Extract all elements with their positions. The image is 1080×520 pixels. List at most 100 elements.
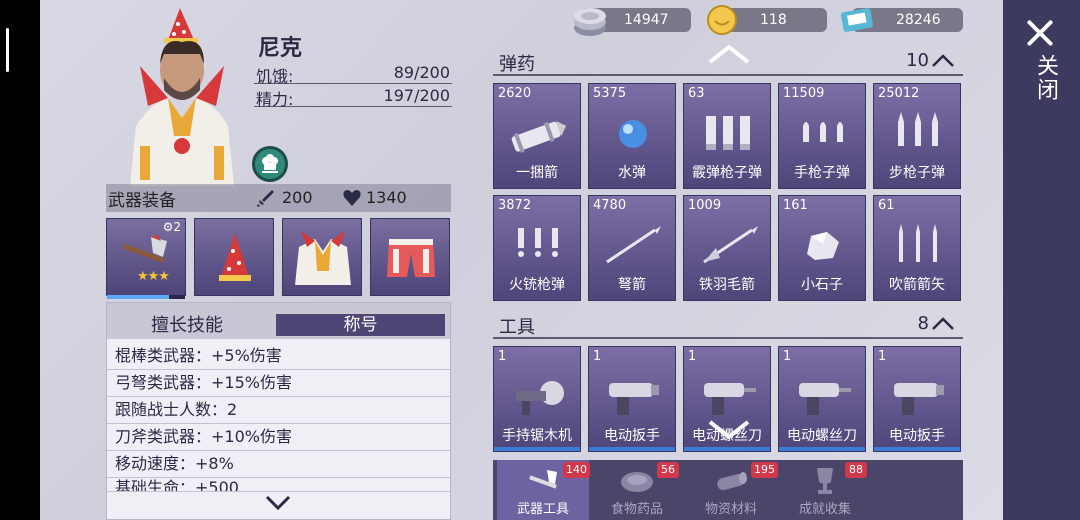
axe-icon <box>529 470 557 489</box>
shorts-icon <box>387 239 435 277</box>
item-count: 1 <box>783 349 792 364</box>
item-slot[interactable]: 1 手持锯木机 <box>493 346 581 452</box>
close-icon[interactable] <box>1025 18 1055 48</box>
meat-icon <box>621 472 653 492</box>
tools-section-header[interactable]: 工具 8 <box>493 313 963 339</box>
equip-slot-hat[interactable] <box>194 218 274 296</box>
left-black-bar <box>0 0 40 520</box>
ticket-value: 28246 <box>896 12 941 28</box>
bag-tab-bar: 武器工具 140 食物药品 56 物资材料 195 成就收集 88 <box>493 460 963 520</box>
ammo-count: 10 <box>906 50 929 71</box>
log-icon <box>717 472 747 491</box>
item-count: 1 <box>498 349 507 364</box>
energy-stat: 精力: 197/200 <box>254 85 452 109</box>
item-count: 61 <box>878 198 895 213</box>
tab-skills[interactable]: 擅长技能 <box>151 311 223 337</box>
item-count: 1009 <box>688 198 722 213</box>
ammo-title: 弹药 <box>499 54 535 75</box>
item-slot[interactable]: 1 电动螺丝刀 <box>778 346 866 452</box>
chevron-down-icon[interactable] <box>265 495 291 511</box>
item-label: 铁羽毛箭 <box>699 277 755 293</box>
ammo-section-header[interactable]: 弹药 10 <box>493 50 963 76</box>
skill-item: 棍棒类武器：+5%伤害 <box>107 343 450 370</box>
attack-value: 200 <box>282 188 313 207</box>
chevron-down-icon[interactable] <box>708 420 750 440</box>
item-slot[interactable]: 5375 水弹 <box>588 83 676 189</box>
durability-bar <box>684 447 770 451</box>
item-count: 1 <box>878 349 887 364</box>
water-ball-icon <box>619 120 647 148</box>
equip-slot-shorts[interactable] <box>370 218 450 296</box>
tab-titles[interactable]: 称号 <box>275 313 446 337</box>
item-slot[interactable]: 1 电动扳手 <box>588 346 676 452</box>
silver-value: 14947 <box>624 12 669 28</box>
item-label: 步枪子弹 <box>889 165 945 181</box>
nav-pill <box>6 28 9 72</box>
equip-slot-weapon[interactable]: ⚙2 ★★★ <box>106 218 186 299</box>
item-slot[interactable]: 63 霰弹枪子弹 <box>683 83 771 189</box>
count-badge: 140 <box>563 462 590 478</box>
skills-panel: 擅长技能 称号 棍棒类武器：+5%伤害 弓弩类武器：+15%伤害 跟随战士人数：… <box>106 302 451 520</box>
arrow-bundle-icon <box>511 120 567 153</box>
count-badge: 56 <box>657 462 679 478</box>
party-hat-icon <box>219 233 251 281</box>
item-slot[interactable]: 1 电动扳手 <box>873 346 961 452</box>
equip-slot-jacket[interactable] <box>282 218 362 296</box>
character-name: 尼克 <box>258 36 303 61</box>
item-slot[interactable]: 4780 弩箭 <box>588 195 676 301</box>
item-label: 电动扳手 <box>889 428 945 444</box>
item-label: 弩箭 <box>618 277 646 293</box>
collapse-chevron-icon[interactable] <box>931 317 955 331</box>
skill-item: 弓弩类武器：+15%伤害 <box>107 370 450 397</box>
item-count: 63 <box>688 86 705 101</box>
gold-value: 118 <box>760 12 787 28</box>
item-count: 161 <box>783 198 808 213</box>
chef-badge-icon[interactable] <box>252 146 288 182</box>
upgrade-count: ⚙2 <box>162 220 181 234</box>
ticket-icon <box>840 8 874 32</box>
item-count: 1 <box>688 349 697 364</box>
item-count: 11509 <box>783 86 825 101</box>
power-wrench-icon <box>609 383 659 415</box>
item-slot[interactable]: 11509 手枪子弹 <box>778 83 866 189</box>
item-label: 吹箭箭矢 <box>889 277 945 293</box>
tab-achievements[interactable]: 成就收集 88 <box>779 460 871 520</box>
item-label: 手持锯木机 <box>502 428 572 444</box>
close-panel[interactable]: 关闭 <box>1003 0 1080 520</box>
item-label: 霰弹枪子弹 <box>692 165 762 181</box>
tab-weapons-tools[interactable]: 武器工具 140 <box>497 460 590 520</box>
item-label: 一捆箭 <box>516 165 558 181</box>
item-label: 电动螺丝刀 <box>787 428 857 444</box>
power-wrench-icon <box>894 383 944 415</box>
item-slot[interactable]: 161 小石子 <box>778 195 866 301</box>
durability-bar <box>494 447 580 451</box>
durability-bar <box>779 447 865 451</box>
weapon-equipment-title: 武器装备 <box>108 191 176 211</box>
skill-item: 移动速度：+8% <box>107 451 450 478</box>
tab-food-medicine[interactable]: 食物药品 56 <box>591 460 683 520</box>
close-label[interactable]: 关闭 <box>1029 54 1061 102</box>
durability-bar <box>107 295 185 299</box>
tab-label: 物资材料 <box>704 502 757 517</box>
axe-icon <box>123 235 167 264</box>
item-slot[interactable]: 61 吹箭箭矢 <box>873 195 961 301</box>
item-slot[interactable]: 2620 一捆箭 <box>493 83 581 189</box>
inventory-screen: 尼克 饥饿: 89/200 精力: 197/200 武器装备 200 1340 ⚙2… <box>40 0 1003 520</box>
tab-materials[interactable]: 物资材料 195 <box>685 460 778 520</box>
item-slot[interactable]: 3872 火铳枪弹 <box>493 195 581 301</box>
sword-icon <box>257 190 274 207</box>
item-count: 4780 <box>593 198 627 213</box>
tab-label: 武器工具 <box>516 502 569 517</box>
trophy-icon <box>817 468 833 494</box>
dart-icon <box>899 224 937 262</box>
tab-label: 食物药品 <box>610 502 663 517</box>
durability-bar <box>874 447 960 451</box>
hunger-stat: 饥饿: 89/200 <box>254 62 452 86</box>
item-slot[interactable]: 25012 步枪子弹 <box>873 83 961 189</box>
item-label: 电动扳手 <box>604 428 660 444</box>
count-badge: 88 <box>845 462 867 478</box>
item-label: 手枪子弹 <box>794 165 850 181</box>
item-slot[interactable]: 1009 铁羽毛箭 <box>683 195 771 301</box>
skill-item: 跟随战士人数：2 <box>107 397 450 424</box>
collapse-chevron-icon[interactable] <box>931 54 955 68</box>
